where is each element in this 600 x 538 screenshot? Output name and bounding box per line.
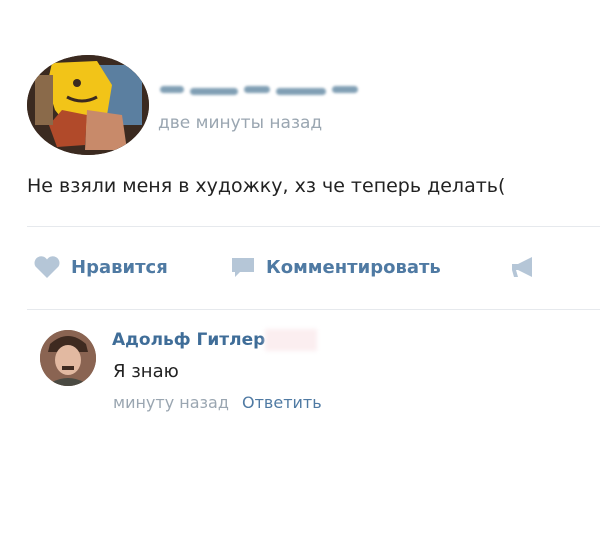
redaction-mark — [265, 329, 317, 351]
post-actions-bar: Нравится Комментировать — [0, 255, 600, 285]
post-author-avatar[interactable] — [27, 55, 149, 155]
comment-author-avatar[interactable] — [40, 330, 96, 386]
comment-button[interactable]: Комментировать — [230, 255, 441, 279]
comment-meta: минуту назад Ответить — [113, 393, 322, 412]
comment-text: Я знаю — [113, 361, 179, 382]
post-timestamp[interactable]: две минуты назад — [158, 113, 322, 133]
divider — [27, 226, 600, 227]
like-label: Нравится — [71, 256, 168, 278]
comment-label: Комментировать — [266, 256, 441, 278]
like-button[interactable]: Нравится — [33, 255, 168, 279]
reply-link[interactable]: Ответить — [242, 393, 322, 412]
comment-icon — [232, 258, 254, 277]
comment-author-name[interactable]: Адольф Гитлер — [112, 330, 265, 350]
heart-icon — [34, 256, 60, 278]
share-button[interactable] — [510, 255, 538, 279]
post-text: Не взяли меня в художку, хз че теперь де… — [27, 175, 506, 197]
divider — [27, 309, 600, 310]
comment-timestamp[interactable]: минуту назад — [113, 393, 229, 412]
megaphone-icon — [512, 257, 532, 277]
